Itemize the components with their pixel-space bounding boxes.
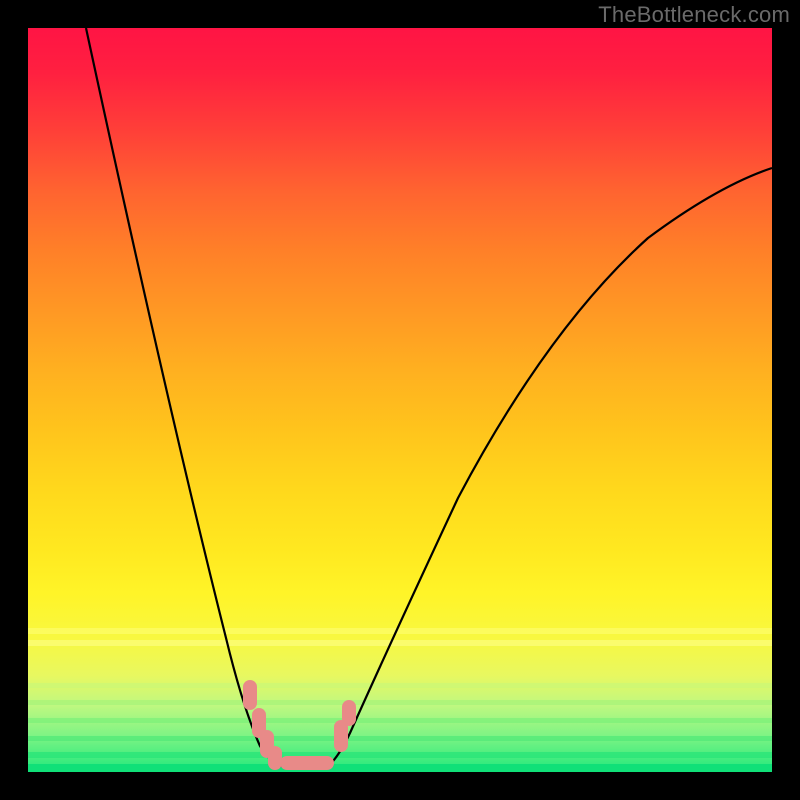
marker-5 — [280, 756, 334, 770]
curve-left-branch — [86, 28, 280, 766]
bottleneck-curve — [28, 28, 772, 772]
plot-area — [28, 28, 772, 772]
watermark-text: TheBottleneck.com — [598, 2, 790, 28]
marker-1 — [243, 680, 257, 710]
chart-frame: TheBottleneck.com — [0, 0, 800, 800]
marker-7 — [342, 700, 356, 726]
curve-right-branch — [328, 168, 772, 766]
